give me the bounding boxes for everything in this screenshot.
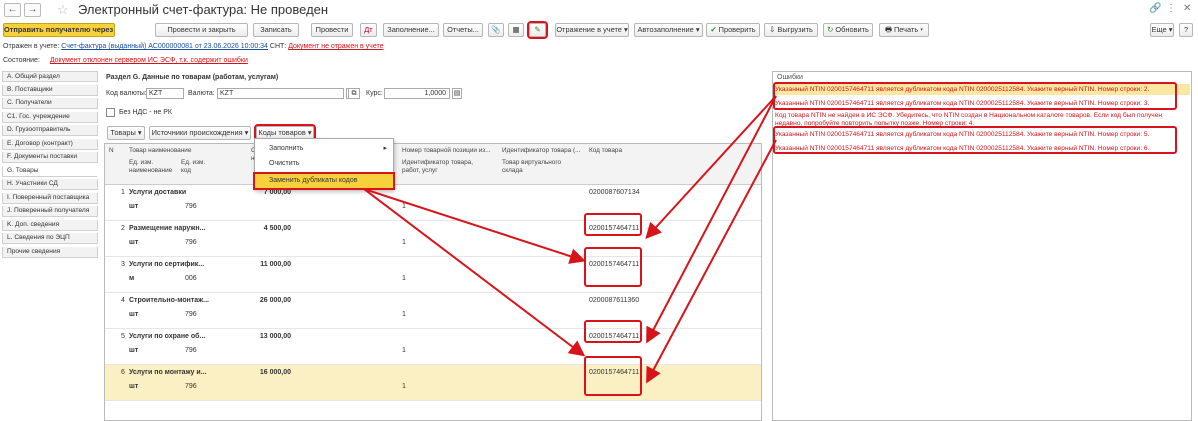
arrow-line [646,95,777,344]
arrow-line [363,188,586,264]
arrow-line [363,188,586,357]
annotation-arrows [363,95,777,384]
arrow-line [645,95,777,239]
arrow-line [646,139,777,384]
